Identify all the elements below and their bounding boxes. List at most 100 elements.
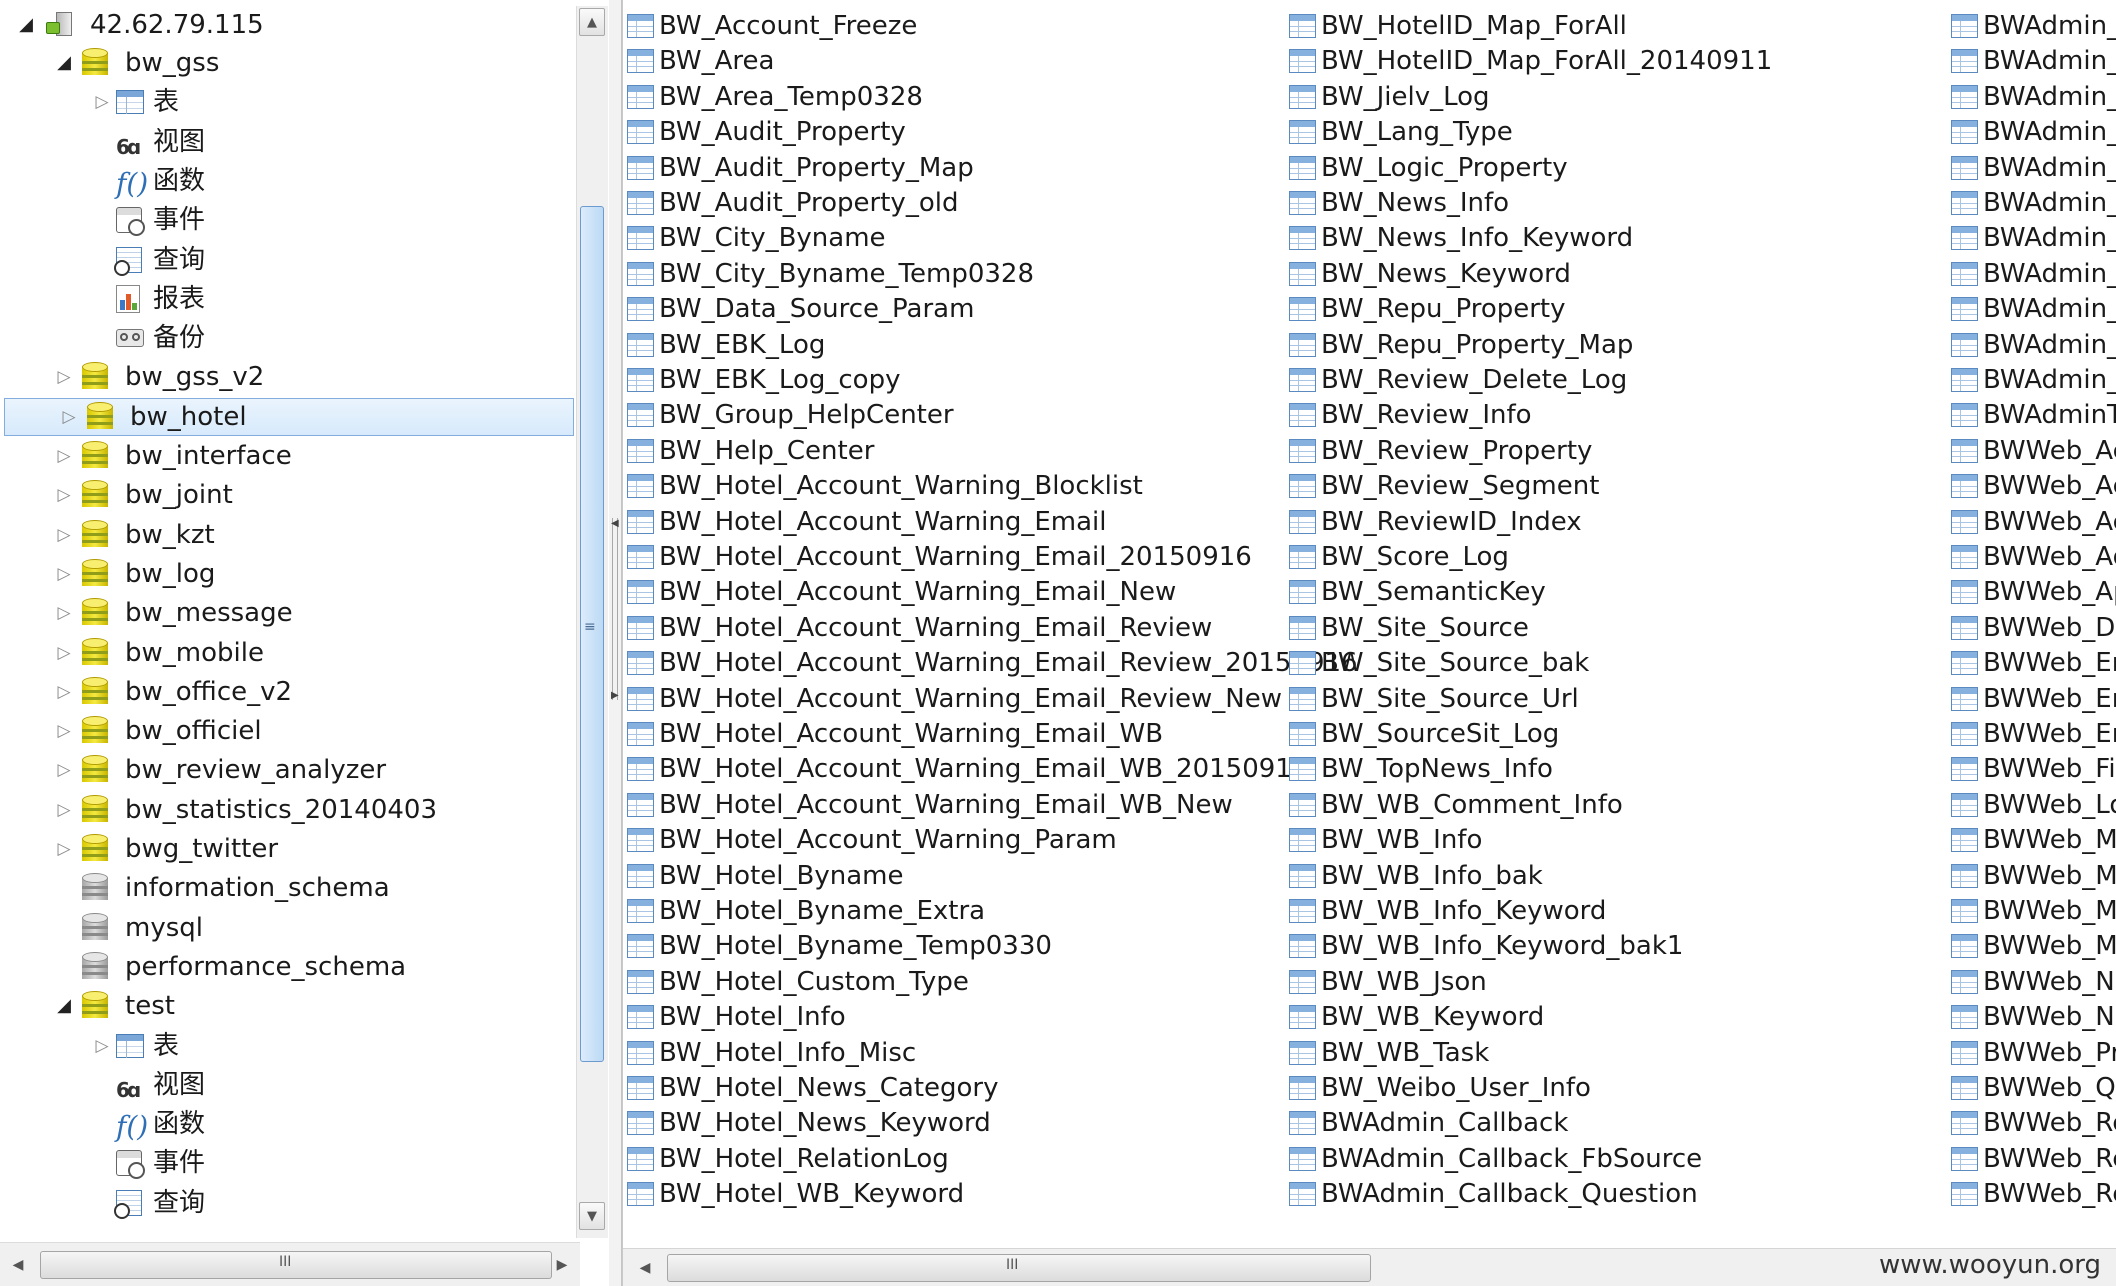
table-list-item[interactable]: BW_Hotel_News_Keyword xyxy=(627,1105,991,1141)
expand-arrow-icon[interactable]: ▷ xyxy=(52,476,76,514)
tree-node-queries[interactable]: 查询 xyxy=(0,1184,574,1222)
table-list-item[interactable]: BWWeb_Qu xyxy=(1951,1070,2116,1106)
expand-arrow-icon[interactable]: ▷ xyxy=(90,1027,114,1065)
table-list-item[interactable]: BW_News_Keyword xyxy=(1289,256,1571,292)
table-list-item[interactable]: BWAdmin_C xyxy=(1951,43,2116,79)
table-list-item[interactable]: BWAdmin_C xyxy=(1951,150,2116,186)
table-list-item[interactable]: BW_Site_Source xyxy=(1289,610,1529,646)
table-list-item[interactable]: BWWeb_Ne xyxy=(1951,964,2116,1000)
table-list-item[interactable]: BWWeb_Lo xyxy=(1951,787,2116,823)
table-list-item[interactable]: BW_Audit_Property_Map xyxy=(627,150,974,186)
tree-scroll-thumb[interactable]: ≡ xyxy=(580,206,604,1062)
table-list-item[interactable]: BW_Hotel_Custom_Type xyxy=(627,964,969,1000)
table-list-item[interactable]: BW_Hotel_Account_Warning_Email_Review_Ne… xyxy=(627,681,1282,717)
tree-node-events[interactable]: 事件 xyxy=(0,201,574,239)
table-list-item[interactable]: BW_Audit_Property_old xyxy=(627,185,958,221)
table-list-item[interactable]: BW_Jielv_Log xyxy=(1289,79,1490,115)
expand-arrow-icon[interactable]: ▷ xyxy=(52,830,76,868)
table-list-item[interactable]: BW_SemanticKey xyxy=(1289,574,1546,610)
table-list-item[interactable]: BWWeb_Re xyxy=(1951,1176,2116,1212)
table-list-item[interactable]: BW_Hotel_Info xyxy=(627,999,846,1035)
scroll-up-button[interactable]: ▲ xyxy=(579,8,605,36)
table-list-item[interactable]: BW_Hotel_Account_Warning_Email_New xyxy=(627,574,1176,610)
table-list-item[interactable]: BW_Review_Segment xyxy=(1289,468,1599,504)
table-list-item[interactable]: BWAdmin_C xyxy=(1951,79,2116,115)
table-list-item[interactable]: BW_Hotel_Account_Warning_Blocklist xyxy=(627,468,1143,504)
table-list-item[interactable]: BW_SourceSit_Log xyxy=(1289,716,1559,752)
tree-hscroll-thumb[interactable]: III xyxy=(40,1251,552,1279)
collapse-arrow-icon[interactable]: ◢ xyxy=(14,6,38,44)
table-list-item[interactable]: BW_Hotel_News_Category xyxy=(627,1070,999,1106)
splitter-collapse-right-icon[interactable]: ▶ xyxy=(611,690,619,701)
table-list-item[interactable]: BWAdmin_C xyxy=(1951,256,2116,292)
expand-arrow-icon[interactable]: ▷ xyxy=(52,712,76,750)
table-list-item[interactable]: BW_EBK_Log_copy xyxy=(627,362,900,398)
table-list-item[interactable]: BW_WB_Task xyxy=(1289,1035,1489,1071)
table-list-item[interactable]: BW_Hotel_Account_Warning_Email_Review xyxy=(627,610,1212,646)
expand-arrow-icon[interactable]: ▷ xyxy=(52,437,76,475)
table-list-item[interactable]: BW_Review_Delete_Log xyxy=(1289,362,1627,398)
tree-node-database[interactable]: ▷ bw_officiel xyxy=(0,712,574,750)
scroll-right-arrow-icon[interactable]: ▶ xyxy=(548,1251,576,1279)
table-list-item[interactable]: BW_Area xyxy=(627,43,774,79)
table-list-item[interactable]: BWAdminTr xyxy=(1951,397,2116,433)
tree-node-reports[interactable]: 报表 xyxy=(0,280,574,318)
table-list-item[interactable]: BW_Hotel_RelationLog xyxy=(627,1141,949,1177)
table-list-item[interactable]: BWWeb_Me xyxy=(1951,822,2116,858)
table-list-item[interactable]: BWWeb_Err xyxy=(1951,716,2116,752)
table-list-item[interactable]: BW_WB_Json xyxy=(1289,964,1487,1000)
table-list-item[interactable]: BW_Hotel_Account_Warning_Email_Review_20… xyxy=(627,645,1358,681)
table-list-item[interactable]: BW_Hotel_Account_Warning_Email_20150916 xyxy=(627,539,1252,575)
table-list-item[interactable]: BW_Audit_Property xyxy=(627,114,906,150)
table-list-item[interactable]: BW_WB_Keyword xyxy=(1289,999,1544,1035)
table-list-item[interactable]: BW_News_Info_Keyword xyxy=(1289,220,1633,256)
table-list-item[interactable]: BWWeb_Re xyxy=(1951,1141,2116,1177)
splitter-handle[interactable] xyxy=(612,518,618,700)
tree-node-backups[interactable]: 备份 xyxy=(0,319,574,357)
table-list-item[interactable]: BW_HotelID_Map_ForAll xyxy=(1289,8,1627,44)
table-list-item[interactable]: BW_Score_Log xyxy=(1289,539,1509,575)
table-list-item[interactable]: BW_Repu_Property_Map xyxy=(1289,327,1633,363)
table-list-item[interactable]: BW_WB_Comment_Info xyxy=(1289,787,1623,823)
table-list-item[interactable]: BWWeb_Ap xyxy=(1951,574,2116,610)
expand-arrow-icon[interactable]: ▷ xyxy=(52,594,76,632)
table-list-item[interactable]: BW_Review_Info xyxy=(1289,397,1532,433)
scroll-left-arrow-icon[interactable]: ◀ xyxy=(4,1251,32,1279)
tree-node-functions[interactable]: f() 函数 xyxy=(0,162,574,200)
collapse-arrow-icon[interactable]: ◢ xyxy=(52,987,76,1025)
tree-horizontal-scrollbar[interactable]: ◀ III ▶ xyxy=(0,1242,580,1286)
table-list-item[interactable]: BWWeb_Em xyxy=(1951,681,2116,717)
table-list-item[interactable]: BWAdmin_Callback_FbSource xyxy=(1289,1141,1702,1177)
table-list-item[interactable]: BW_Area_Temp0328 xyxy=(627,79,923,115)
table-list-item[interactable]: BWAdmin_E xyxy=(1951,185,2116,221)
table-list-item[interactable]: BW_Hotel_Account_Warning_Email xyxy=(627,504,1107,540)
expand-arrow-icon[interactable]: ▷ xyxy=(90,83,114,121)
expand-arrow-icon[interactable]: ▷ xyxy=(52,555,76,593)
table-list-item[interactable]: BW_Account_Freeze xyxy=(627,8,917,44)
tree-node-database[interactable]: ▷ bw_statistics_20140403 xyxy=(0,791,574,829)
table-list-item[interactable]: BW_Hotel_Account_Warning_Email_WB_New xyxy=(627,787,1233,823)
table-list-item[interactable]: BW_Hotel_Account_Warning_Param xyxy=(627,822,1117,858)
expand-arrow-icon[interactable]: ▷ xyxy=(52,634,76,672)
tree-node-database[interactable]: ▷ bw_kzt xyxy=(0,516,574,554)
table-list-item[interactable]: BW_Hotel_Account_Warning_Email_WB xyxy=(627,716,1163,752)
splitter-collapse-left-icon[interactable]: ◀ xyxy=(611,518,619,529)
tree-node-queries[interactable]: 查询 xyxy=(0,241,574,279)
tree-node-database[interactable]: performance_schema xyxy=(0,948,574,986)
tree-server-row[interactable]: ◢ 42.62.79.115 xyxy=(0,6,574,44)
tree-node-database[interactable]: ▷ bwg_twitter xyxy=(0,830,574,868)
expand-arrow-icon[interactable]: ▷ xyxy=(52,791,76,829)
tree-vertical-scrollbar[interactable]: ▲ ≡ ▼ xyxy=(576,6,608,1238)
table-list-item[interactable]: BWWeb_Ac xyxy=(1951,468,2116,504)
table-list-item[interactable]: BW_WB_Info_Keyword_bak1 xyxy=(1289,928,1683,964)
table-list-item[interactable]: BW_News_Info xyxy=(1289,185,1509,221)
table-list-item[interactable]: BWAdmin_T xyxy=(1951,327,2116,363)
tree-node-views[interactable]: 6ɑ 视图 xyxy=(0,123,574,161)
table-list-item[interactable]: BW_Logic_Property xyxy=(1289,150,1568,186)
table-list-item[interactable]: BWAdmin_Callback_Question xyxy=(1289,1176,1698,1212)
table-list-item[interactable]: BWAdmin_T xyxy=(1951,291,2116,327)
scroll-down-button[interactable]: ▼ xyxy=(579,1202,605,1230)
table-list-item[interactable]: BWWeb_Me xyxy=(1951,928,2116,964)
table-list-item[interactable]: BWWeb_Ne xyxy=(1951,999,2116,1035)
table-list-item[interactable]: BWAdmin_U xyxy=(1951,362,2116,398)
